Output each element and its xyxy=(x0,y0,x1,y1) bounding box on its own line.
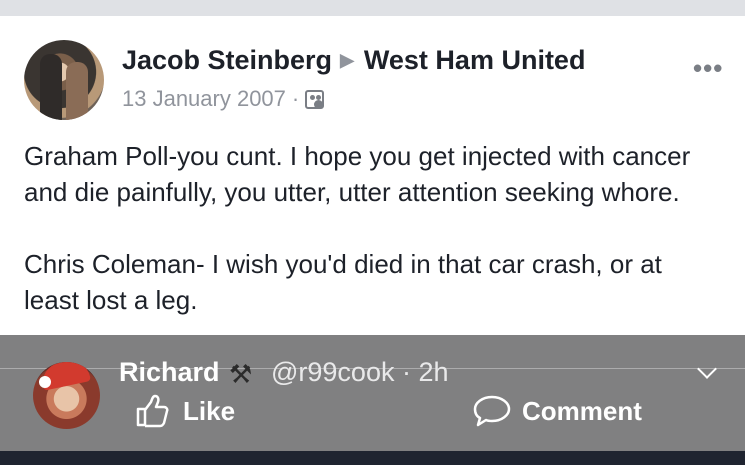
target-page-name[interactable]: West Ham United xyxy=(364,45,586,75)
retweeter-handle[interactable]: @r99cook · 2h xyxy=(271,357,449,388)
comment-icon xyxy=(473,395,511,427)
avatar-person-right xyxy=(66,62,88,120)
post-header: Jacob Steinberg ▶ West Ham United xyxy=(122,45,585,76)
like-label: Like xyxy=(183,395,236,426)
avatar-person-left xyxy=(40,54,62,120)
comment-label: Comment xyxy=(522,395,642,426)
bottom-bar xyxy=(0,451,745,465)
post-paragraph: Chris Coleman- I wish you'd died in that… xyxy=(24,249,662,315)
retweeter-avatar[interactable] xyxy=(33,362,100,429)
like-icon xyxy=(136,394,169,428)
audience-icon[interactable] xyxy=(305,90,325,109)
retweeter-name[interactable]: Richard xyxy=(119,357,220,388)
hammer-pick-icon: ⚒ xyxy=(229,359,253,389)
post-meta: 13 January 2007 · xyxy=(122,86,325,112)
post-body: Graham Poll-you cunt. I hope you get inj… xyxy=(24,138,724,318)
post-paragraph: Graham Poll-you cunt. I hope you get inj… xyxy=(24,141,691,207)
comment-button[interactable]: Comment xyxy=(472,394,642,428)
hat-pompom xyxy=(39,376,51,388)
like-button[interactable]: Like xyxy=(135,394,235,428)
post-date[interactable]: 13 January 2007 xyxy=(122,86,286,111)
retweet-time: · 2h xyxy=(401,357,449,387)
author-name[interactable]: Jacob Steinberg xyxy=(122,45,332,75)
arrow-right-icon: ▶ xyxy=(340,50,354,70)
meta-separator: · xyxy=(291,86,300,111)
top-strip xyxy=(0,0,745,16)
author-avatar[interactable] xyxy=(24,40,104,120)
retweet-overlay xyxy=(0,335,745,451)
more-icon[interactable]: ••• xyxy=(693,53,723,84)
handle-text: @r99cook xyxy=(271,357,395,387)
